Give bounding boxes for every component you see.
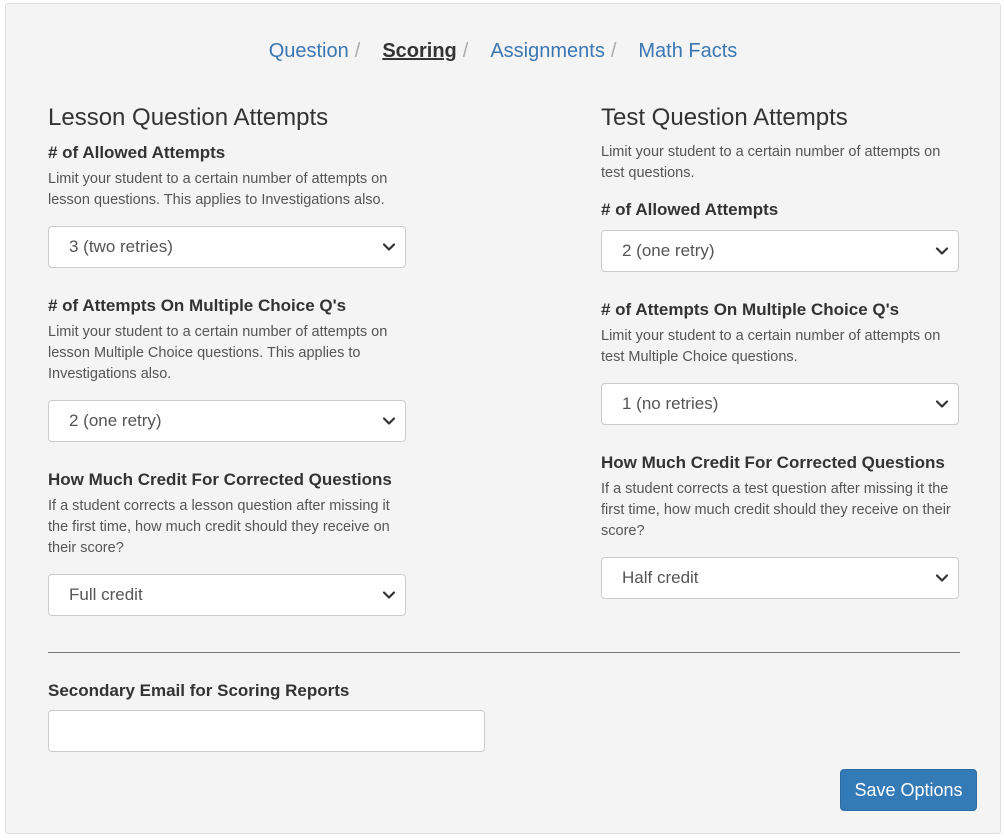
- secondary-email-label: Secondary Email for Scoring Reports: [48, 681, 350, 700]
- test-mc-attempts-help: Limit your student to a certain number o…: [601, 328, 941, 365]
- test-allowed-attempts-select[interactable]: 2 (one retry): [601, 230, 959, 272]
- chevron-down-icon: [381, 413, 397, 429]
- lesson-attempts-section: Lesson Question Attempts # of Allowed At…: [48, 104, 406, 643]
- test-credit-value: Half credit: [622, 568, 699, 587]
- chevron-down-icon: [381, 239, 397, 255]
- lesson-allowed-attempts-help: Limit your student to a certain number o…: [48, 171, 388, 208]
- test-mc-attempts-select[interactable]: 1 (no retries): [601, 383, 959, 425]
- lesson-mc-attempts-value: 2 (one retry): [69, 411, 162, 430]
- options-tabs: Question / Scoring / Assignments / Math …: [6, 40, 1000, 63]
- chevron-down-icon: [934, 243, 950, 259]
- lesson-credit-label: How Much Credit For Corrected Questions: [48, 470, 392, 489]
- test-section-intro: Limit your student to a certain number o…: [601, 144, 941, 181]
- chevron-down-icon: [934, 570, 950, 586]
- options-panel: Question / Scoring / Assignments / Math …: [5, 3, 1001, 834]
- tab-separator: /: [610, 40, 617, 62]
- test-credit-help: If a student corrects a test question af…: [601, 481, 951, 539]
- lesson-credit-value: Full credit: [69, 585, 143, 604]
- tab-assignments[interactable]: Assignments: [490, 40, 605, 63]
- test-allowed-attempts-label: # of Allowed Attempts: [601, 200, 779, 219]
- lesson-credit-help: If a student corrects a lesson question …: [48, 498, 390, 556]
- test-mc-attempts-value: 1 (no retries): [622, 394, 719, 413]
- lesson-mc-attempts-select[interactable]: 2 (one retry): [48, 400, 406, 442]
- chevron-down-icon: [381, 587, 397, 603]
- lesson-mc-attempts-label: # of Attempts On Multiple Choice Q's: [48, 296, 347, 315]
- test-section-title: Test Question Attempts: [601, 104, 848, 131]
- test-attempts-section: Test Question Attempts Limit your studen…: [601, 104, 959, 626]
- tab-question[interactable]: Question: [269, 40, 349, 63]
- tab-math-facts[interactable]: Math Facts: [638, 40, 737, 63]
- tab-scoring[interactable]: Scoring: [382, 40, 456, 63]
- test-mc-attempts-label: # of Attempts On Multiple Choice Q's: [601, 300, 900, 319]
- lesson-allowed-attempts-select[interactable]: 3 (two retries): [48, 226, 406, 268]
- lesson-allowed-attempts-value: 3 (two retries): [69, 237, 173, 256]
- section-divider: [48, 652, 960, 653]
- lesson-allowed-attempts-label: # of Allowed Attempts: [48, 143, 226, 162]
- lesson-credit-select[interactable]: Full credit: [48, 574, 406, 616]
- lesson-mc-attempts-help: Limit your student to a certain number o…: [48, 324, 388, 382]
- test-credit-select[interactable]: Half credit: [601, 557, 959, 599]
- tab-separator: /: [462, 40, 469, 62]
- test-credit-label: How Much Credit For Corrected Questions: [601, 453, 945, 472]
- tab-separator: /: [354, 40, 361, 62]
- chevron-down-icon: [934, 396, 950, 412]
- secondary-email-field[interactable]: [48, 710, 485, 752]
- lesson-section-title: Lesson Question Attempts: [48, 104, 329, 131]
- test-allowed-attempts-value: 2 (one retry): [622, 241, 715, 260]
- save-options-button[interactable]: Save Options: [840, 769, 977, 811]
